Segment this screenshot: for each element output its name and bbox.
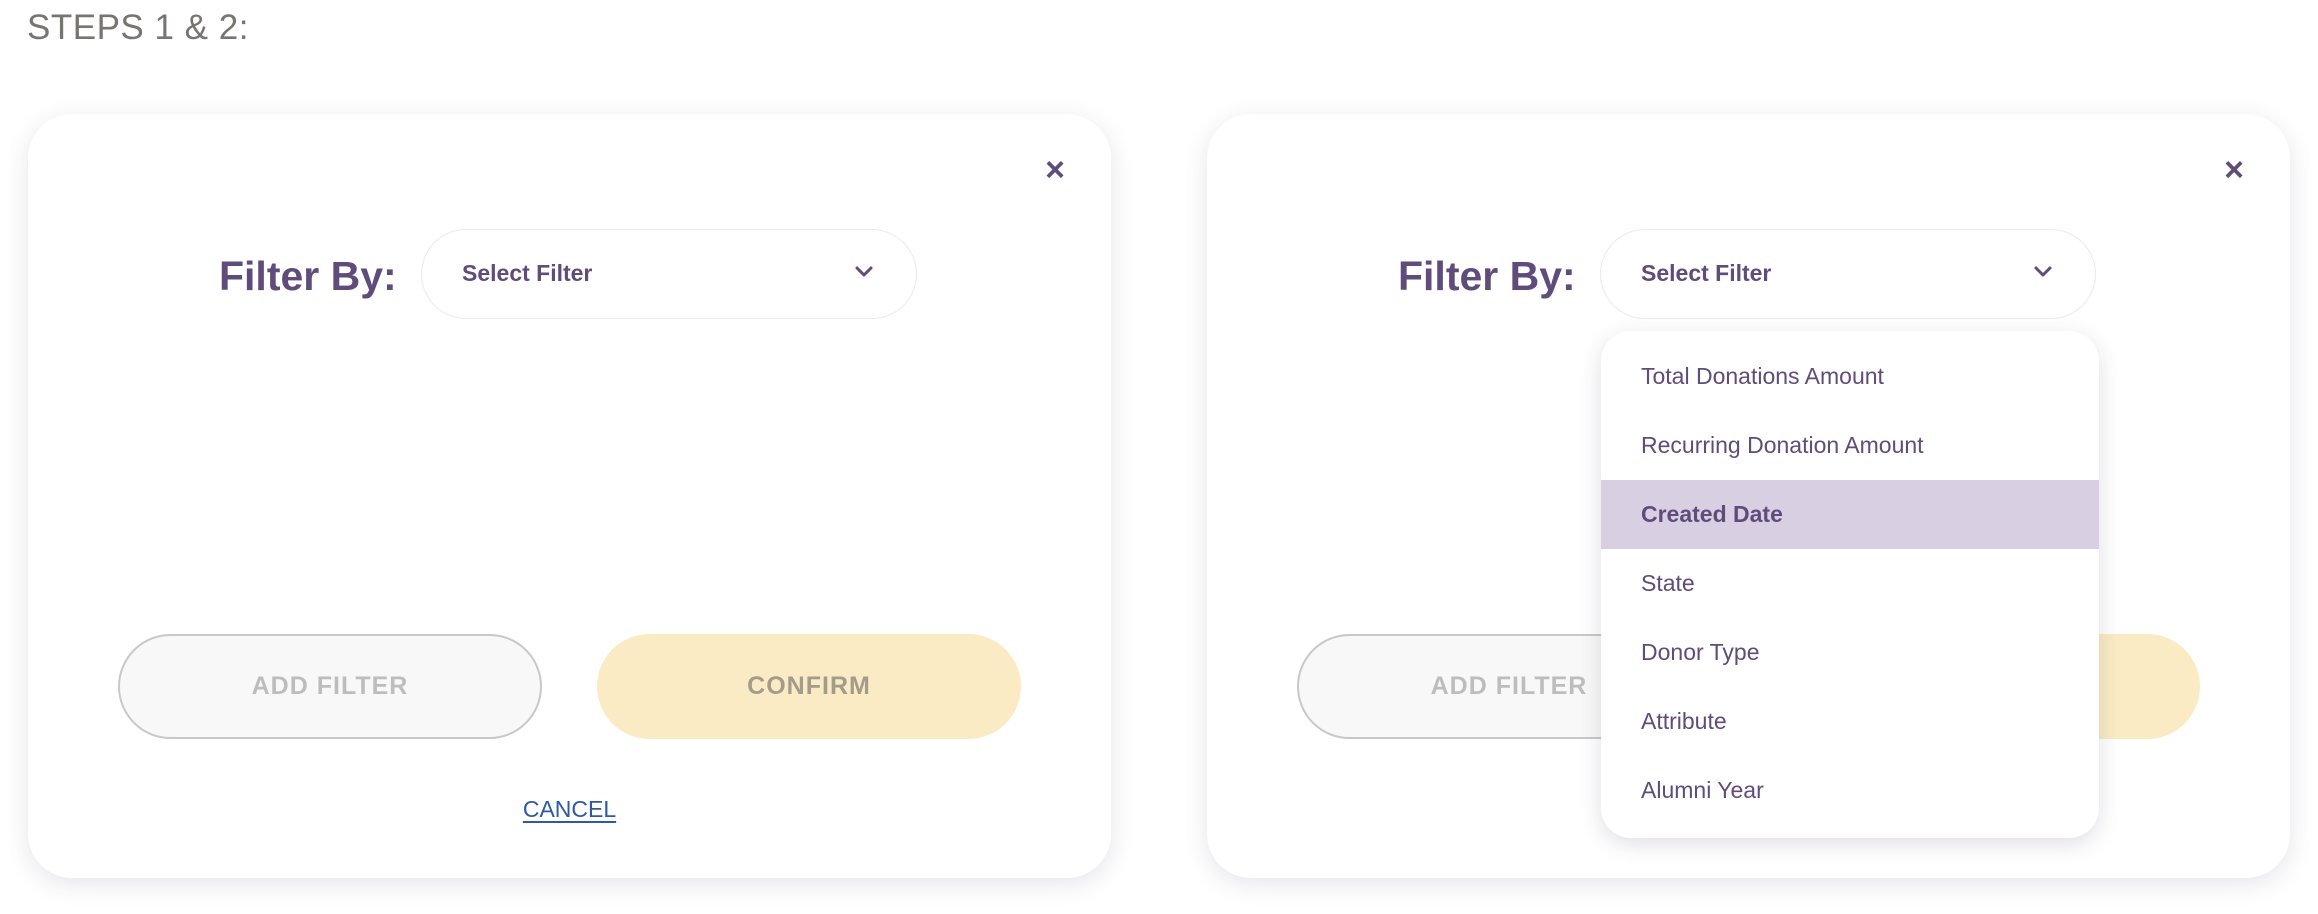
chevron-down-icon: [2034, 266, 2052, 277]
filter-dropdown-menu: Total Donations Amount Recurring Donatio…: [1601, 331, 2099, 838]
filter-modal-step-2: × Filter By: Select Filter ADD FILTER CO…: [1207, 114, 2290, 878]
close-icon[interactable]: ×: [2219, 153, 2249, 187]
dropdown-option-highlighted[interactable]: Created Date: [1601, 480, 2099, 549]
filter-select[interactable]: Select Filter: [421, 229, 917, 319]
filter-modal-step-1: × Filter By: Select Filter ADD FILTER CO…: [28, 114, 1111, 878]
filter-select[interactable]: Select Filter: [1600, 229, 2096, 319]
dropdown-option[interactable]: State: [1601, 549, 2099, 618]
steps-heading: STEPS 1 & 2:: [27, 8, 249, 47]
dropdown-option[interactable]: Recurring Donation Amount: [1601, 411, 2099, 480]
filter-by-label: Filter By:: [1398, 253, 1576, 299]
chevron-down-icon: [855, 266, 873, 277]
cancel-link[interactable]: CANCEL: [523, 796, 616, 822]
close-icon[interactable]: ×: [1040, 153, 1070, 187]
select-placeholder: Select Filter: [462, 260, 593, 286]
dropdown-option[interactable]: Donor Type: [1601, 618, 2099, 687]
select-placeholder: Select Filter: [1641, 260, 1772, 286]
confirm-button[interactable]: CONFIRM: [597, 634, 1021, 739]
dropdown-option[interactable]: Alumni Year: [1601, 756, 2099, 825]
cancel-row: CANCEL: [28, 796, 1111, 823]
add-filter-button[interactable]: ADD FILTER: [118, 634, 542, 739]
dropdown-option[interactable]: Total Donations Amount: [1601, 342, 2099, 411]
dropdown-option[interactable]: Attribute: [1601, 687, 2099, 756]
filter-by-label: Filter By:: [219, 253, 397, 299]
